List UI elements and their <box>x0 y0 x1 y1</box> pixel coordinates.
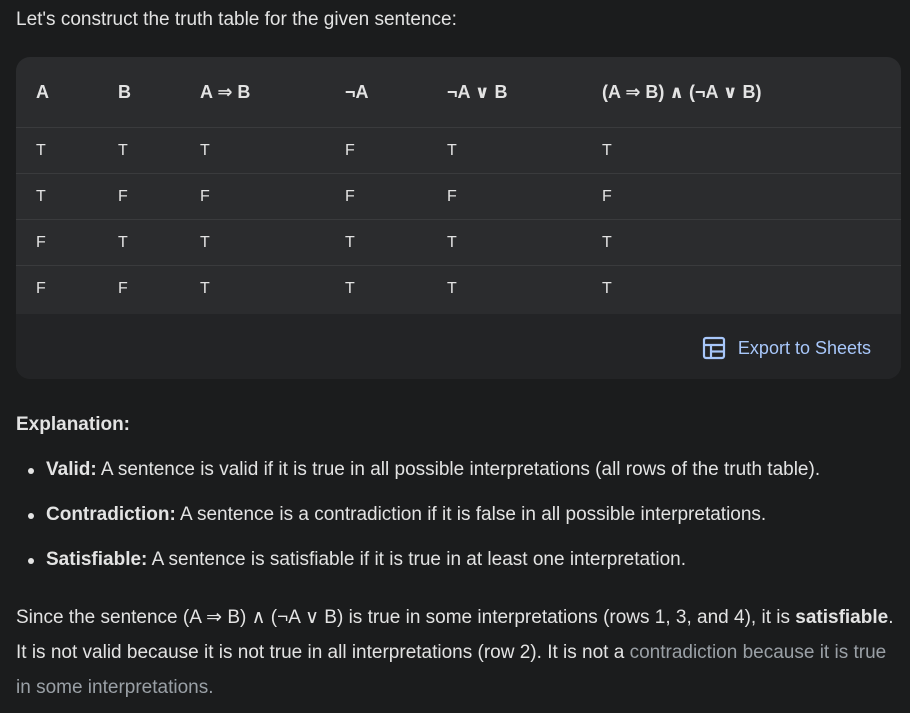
table-cell: F <box>36 280 46 297</box>
table-cell: T <box>200 233 210 251</box>
table-header-row: A B A ⇒ B ¬A ¬A ∨ B (A ⇒ B) ∧ (¬A ∨ B) <box>16 57 901 128</box>
definition-text: A sentence is valid if it is true in all… <box>96 459 821 480</box>
table-cell: T <box>447 141 457 159</box>
intro-text: Let's construct the truth table for the … <box>16 9 457 30</box>
export-to-sheets-button[interactable]: Export to Sheets <box>702 336 871 360</box>
table-row: F T T T T T <box>16 220 901 266</box>
table-cell: T <box>447 233 457 251</box>
definition-text: A sentence is satisfiable if it is true … <box>147 549 687 570</box>
bullet-icon <box>28 558 34 564</box>
table-cell: T <box>36 141 46 159</box>
summary-bold-term: satisfiable <box>795 607 889 628</box>
table-cell: F <box>118 280 128 297</box>
header-cell-a: A <box>36 81 49 102</box>
table-cell: F <box>602 187 612 205</box>
term-satisfiable: Satisfiable: <box>46 549 148 570</box>
table-row: T F F F F F <box>16 174 901 220</box>
export-to-sheets-label: Export to Sheets <box>737 337 871 358</box>
list-item: Valid: A sentence is valid if it is true… <box>16 456 906 484</box>
table-cell: F <box>345 187 355 205</box>
table-cell: T <box>118 233 128 251</box>
term-contradiction: Contradiction: <box>46 504 176 525</box>
table-cell: T <box>345 233 355 251</box>
table-grid-icon <box>702 336 726 360</box>
table-footer: Export to Sheets <box>16 314 901 379</box>
table-cell: T <box>118 141 128 159</box>
header-cell-sentence: (A ⇒ B) ∧ (¬A ∨ B) <box>602 81 762 102</box>
list-item: Contradiction: A sentence is a contradic… <box>16 501 906 529</box>
bullet-icon <box>28 468 34 474</box>
table-cell: T <box>345 280 355 297</box>
header-cell-b: B <box>118 81 131 102</box>
table-cell: F <box>345 141 355 159</box>
table-cell: T <box>200 280 210 297</box>
header-cell-a-implies-b: A ⇒ B <box>200 81 251 102</box>
table-cell: T <box>447 280 457 297</box>
table-cell: T <box>602 141 612 159</box>
summary-paragraph: Since the sentence (A ⇒ B) ∧ (¬A ∨ B) is… <box>16 600 896 705</box>
table-cell: T <box>602 233 612 251</box>
table-row: T T T F T T <box>16 128 901 174</box>
table-cell: F <box>200 187 210 205</box>
table-cell: F <box>447 187 457 205</box>
table-cell: F <box>118 187 128 205</box>
table-row: F F T T T T <box>16 266 901 312</box>
list-item: Satisfiable: A sentence is satisfiable i… <box>16 546 906 574</box>
truth-table-card: A B A ⇒ B ¬A ¬A ∨ B (A ⇒ B) ∧ (¬A ∨ B) T… <box>16 57 901 379</box>
header-cell-not-a: ¬A <box>345 81 369 102</box>
summary-text: Since the sentence (A ⇒ B) ∧ (¬A ∨ B) is… <box>16 607 796 628</box>
table-cell: T <box>36 187 46 205</box>
truth-table: A B A ⇒ B ¬A ¬A ∨ B (A ⇒ B) ∧ (¬A ∨ B) T… <box>16 57 901 312</box>
header-cell-not-a-or-b: ¬A ∨ B <box>447 81 508 102</box>
term-valid: Valid: <box>46 459 97 480</box>
explanation-list: Valid: A sentence is valid if it is true… <box>16 456 906 591</box>
bullet-icon <box>28 513 34 519</box>
response-container: Let's construct the truth table for the … <box>0 0 910 713</box>
definition-text: A sentence is a contradiction if it is f… <box>175 504 767 525</box>
table-cell: T <box>602 280 612 297</box>
table-cell: F <box>36 233 46 251</box>
table-cell: T <box>200 141 210 159</box>
explanation-heading: Explanation: <box>16 414 131 435</box>
